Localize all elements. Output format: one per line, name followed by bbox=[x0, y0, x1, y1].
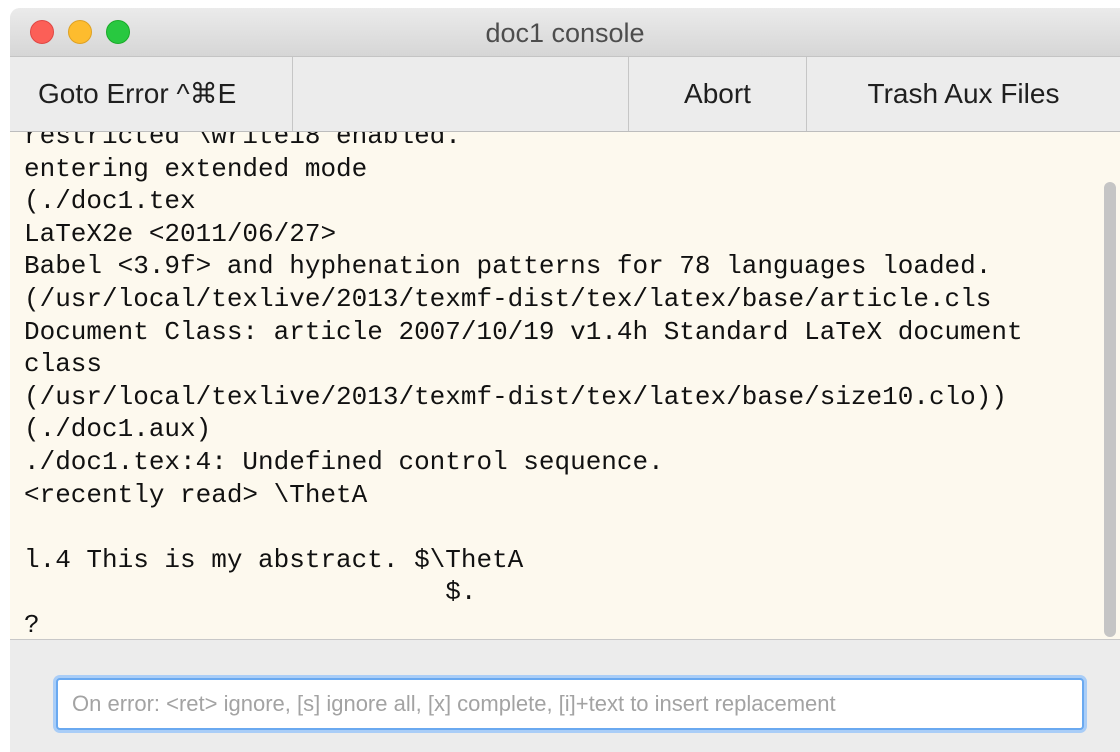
console-line: ? bbox=[24, 609, 40, 640]
toolbar-spacer bbox=[293, 57, 629, 131]
error-command-input[interactable] bbox=[56, 678, 1084, 730]
console-log-text: restricted \write18 enabled. entering ext… bbox=[24, 132, 1023, 640]
console-line: <recently read> \ThetA bbox=[24, 479, 368, 510]
toolbar: Goto Error ^⌘E Abort Trash Aux Files bbox=[10, 56, 1120, 132]
console-line: l.4 This is my abstract. $\ThetA bbox=[24, 544, 524, 575]
console-output[interactable]: restricted \write18 enabled. entering ext… bbox=[10, 132, 1120, 640]
command-input-area bbox=[10, 640, 1120, 752]
trash-aux-files-button[interactable]: Trash Aux Files bbox=[807, 57, 1120, 131]
console-line: restricted \write18 enabled. bbox=[24, 132, 461, 151]
console-line: (/usr/local/texlive/2013/texmf-dist/tex/… bbox=[24, 381, 1007, 412]
console-scrollbar[interactable] bbox=[1102, 132, 1120, 639]
console-line: (./doc1.tex bbox=[24, 186, 196, 217]
window-title: doc1 console bbox=[485, 18, 645, 48]
title-bar[interactable]: doc1 console bbox=[10, 8, 1120, 56]
console-line: ./doc1.tex:4: Undefined control sequence… bbox=[24, 446, 664, 477]
abort-button[interactable]: Abort bbox=[629, 57, 807, 131]
console-line: (/usr/local/texlive/2013/texmf-dist/tex/… bbox=[24, 283, 992, 314]
console-line: entering extended mode bbox=[24, 153, 368, 184]
console-line: LaTeX2e <2011/06/27> bbox=[24, 218, 337, 249]
console-line: $. bbox=[24, 577, 477, 608]
goto-error-button[interactable]: Goto Error ^⌘E bbox=[20, 57, 293, 131]
console-window: doc1 console Goto Error ^⌘E Abort Trash … bbox=[10, 8, 1120, 752]
console-line: Document Class: article 2007/10/19 v1.4h… bbox=[24, 316, 1023, 347]
console-line: class bbox=[24, 349, 103, 380]
console-line: Babel <3.9f> and hyphenation patterns fo… bbox=[24, 251, 992, 282]
scrollbar-thumb[interactable] bbox=[1104, 182, 1116, 637]
console-line: (./doc1.aux) bbox=[24, 414, 212, 445]
